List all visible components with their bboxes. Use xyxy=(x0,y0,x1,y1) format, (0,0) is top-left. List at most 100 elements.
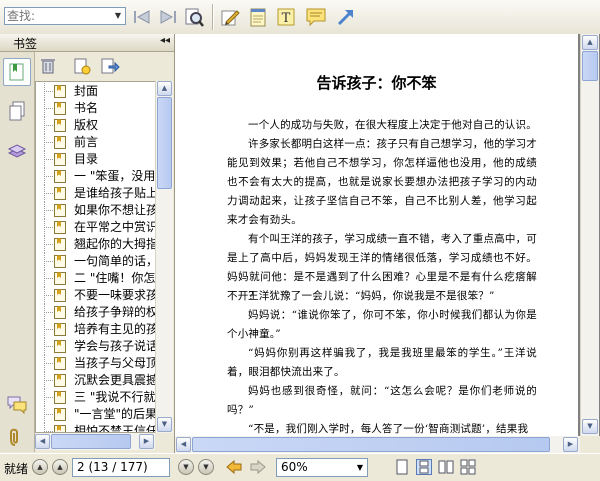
bookmark-item[interactable]: 不要一味要求孩 xyxy=(36,287,156,304)
tree-line xyxy=(44,363,53,364)
status-bar: 就绪 ▲ ▲ 2 (13 / 177) ▼ ▼ 60% ▼ xyxy=(0,453,600,481)
bookmark-item[interactable]: 当孩子与父母顶 xyxy=(36,355,156,372)
bookmark-page-icon xyxy=(54,153,66,166)
document-horizontal-scrollbar[interactable]: ◀ ▶ xyxy=(175,436,580,453)
tree-line xyxy=(44,159,53,160)
back-arrow-icon[interactable] xyxy=(226,459,242,477)
bookmark-item[interactable]: 三 "我说不行就 xyxy=(36,389,156,406)
bookmark-page-icon xyxy=(54,391,66,404)
tree-line xyxy=(44,278,53,279)
next-page-button[interactable]: ▼ xyxy=(178,459,194,475)
bookmark-horizontal-scrollbar[interactable]: ◀ ▶ xyxy=(35,433,155,450)
chevron-down-icon[interactable]: ▼ xyxy=(111,8,125,24)
search-field[interactable]: ▼ xyxy=(4,7,126,25)
arrow-icon[interactable] xyxy=(334,5,358,29)
scroll-thumb[interactable] xyxy=(51,434,131,449)
bookmark-page-icon xyxy=(54,170,66,183)
tree-line xyxy=(44,210,53,211)
prev-search-icon[interactable] xyxy=(130,5,154,29)
bookmark-item[interactable]: 封面 xyxy=(36,83,156,100)
bookmark-label: 如果你不想让孩 xyxy=(74,203,156,217)
layers-tab-icon[interactable] xyxy=(4,138,30,164)
attachments-tab-icon[interactable] xyxy=(4,424,30,450)
delete-bookmark-icon[interactable] xyxy=(40,57,56,78)
forward-arrow-icon[interactable] xyxy=(250,459,266,477)
comments-tab-icon[interactable] xyxy=(4,392,30,418)
scroll-thumb[interactable] xyxy=(192,437,550,452)
scroll-up-button[interactable]: ▲ xyxy=(582,35,598,50)
continuous-view-icon[interactable] xyxy=(416,459,432,475)
bookmark-item[interactable]: 一句简单的话， xyxy=(36,253,156,270)
tree-line xyxy=(44,91,53,92)
bookmark-item[interactable]: 培养有主见的孩 xyxy=(36,321,156,338)
bookmark-toolbar xyxy=(35,52,174,82)
tree-line xyxy=(44,176,53,177)
scrollbar-corner xyxy=(580,436,600,453)
note-pad-icon[interactable] xyxy=(246,5,270,29)
bookmark-page-icon xyxy=(54,102,66,115)
bookmark-page-icon xyxy=(54,238,66,251)
zoom-value: 60% xyxy=(281,460,308,474)
collapse-pane-button[interactable]: ◂◂ xyxy=(160,35,170,46)
main-toolbar: ▼ T xyxy=(0,0,600,35)
bookmark-tree: 封面 书名 版权 前言目录一 "笨蛋，没用 是谁给孩子贴上 如果你不想让孩在平常之中赏识翘… xyxy=(35,81,156,433)
bookmark-item[interactable]: 翘起你的大拇指 xyxy=(36,236,156,253)
bookmark-item[interactable]: 如果你不想让孩 xyxy=(36,202,156,219)
bookmark-item[interactable]: 给孩子争辩的权 xyxy=(36,304,156,321)
last-page-button[interactable]: ▼ xyxy=(198,459,214,475)
bookmark-pane-header: 书签 ◂◂ xyxy=(0,34,174,52)
bookmark-item[interactable]: 书名 xyxy=(36,100,156,117)
bookmark-pane-title: 书签 xyxy=(13,37,38,51)
bookmark-item[interactable]: 是谁给孩子贴上 xyxy=(36,185,156,202)
text-box-icon[interactable]: T xyxy=(274,5,298,29)
tree-line xyxy=(44,312,53,313)
bookmark-label: 前言 xyxy=(74,135,99,149)
bookmark-item[interactable]: 版权 xyxy=(36,117,156,134)
goto-bookmark-icon[interactable] xyxy=(100,57,120,78)
bookmarks-tab-icon[interactable] xyxy=(3,58,31,86)
scroll-up-button[interactable]: ▲ xyxy=(157,81,172,96)
bookmark-page-icon xyxy=(54,272,66,285)
bookmark-vertical-scrollbar[interactable]: ▲ ▼ xyxy=(155,81,173,433)
bookmark-page-icon xyxy=(54,425,66,432)
new-bookmark-icon[interactable] xyxy=(73,57,91,78)
scroll-thumb[interactable] xyxy=(582,51,598,81)
previous-page-button[interactable]: ▲ xyxy=(52,459,68,475)
scroll-left-button[interactable]: ◀ xyxy=(176,437,191,452)
bookmark-label: 不要一味要求孩 xyxy=(74,288,156,302)
comment-icon[interactable] xyxy=(304,5,328,29)
search-input[interactable] xyxy=(5,8,113,24)
scroll-down-button[interactable]: ▼ xyxy=(582,419,598,434)
zoom-select[interactable]: 60% ▼ xyxy=(276,458,368,477)
next-search-icon[interactable] xyxy=(156,5,180,29)
facing-view-icon[interactable] xyxy=(438,459,454,475)
bookmark-item[interactable]: 学会与孩子说话 xyxy=(36,338,156,355)
first-page-button[interactable]: ▲ xyxy=(32,459,48,475)
scroll-right-button[interactable]: ▶ xyxy=(139,434,154,449)
pages-tab-icon[interactable] xyxy=(4,98,30,124)
bookmark-page-icon xyxy=(54,221,66,234)
page-number-field[interactable]: 2 (13 / 177) xyxy=(72,458,170,477)
bookmark-item[interactable]: 前言 xyxy=(36,134,156,151)
annotate-pen-icon[interactable] xyxy=(218,5,242,29)
scroll-down-button[interactable]: ▼ xyxy=(157,417,172,432)
bookmark-item[interactable]: 二 "住嘴！你怎 xyxy=(36,270,156,287)
single-page-view-icon[interactable] xyxy=(394,459,410,475)
chevron-down-icon[interactable]: ▼ xyxy=(353,459,367,476)
bookmark-page-icon xyxy=(54,204,66,217)
scroll-thumb[interactable] xyxy=(157,97,172,189)
document-paragraph: 妈妈说：“谁说你笨了，你可不笨，你小时候我们都认为你是个小神童。” xyxy=(227,309,537,340)
bookmark-item[interactable]: 沉默会更具震撼 xyxy=(36,372,156,389)
bookmark-item[interactable]: 在平常之中赏识 xyxy=(36,219,156,236)
bookmark-item[interactable]: "一言堂"的后果 xyxy=(36,406,156,423)
continuous-facing-view-icon[interactable] xyxy=(460,459,476,475)
document-vertical-scrollbar[interactable]: ▲ ▼ xyxy=(580,34,599,436)
bookmark-item[interactable]: 相怕不禁王信任 xyxy=(36,423,156,433)
scroll-left-button[interactable]: ◀ xyxy=(35,434,50,449)
bookmark-label: 相怕不禁王信任 xyxy=(74,424,156,433)
toolbar-separator xyxy=(212,4,214,30)
find-icon[interactable] xyxy=(182,5,206,29)
scroll-right-button[interactable]: ▶ xyxy=(563,437,578,452)
bookmark-item[interactable]: 一 "笨蛋，没用 xyxy=(36,168,156,185)
bookmark-item[interactable]: 目录 xyxy=(36,151,156,168)
